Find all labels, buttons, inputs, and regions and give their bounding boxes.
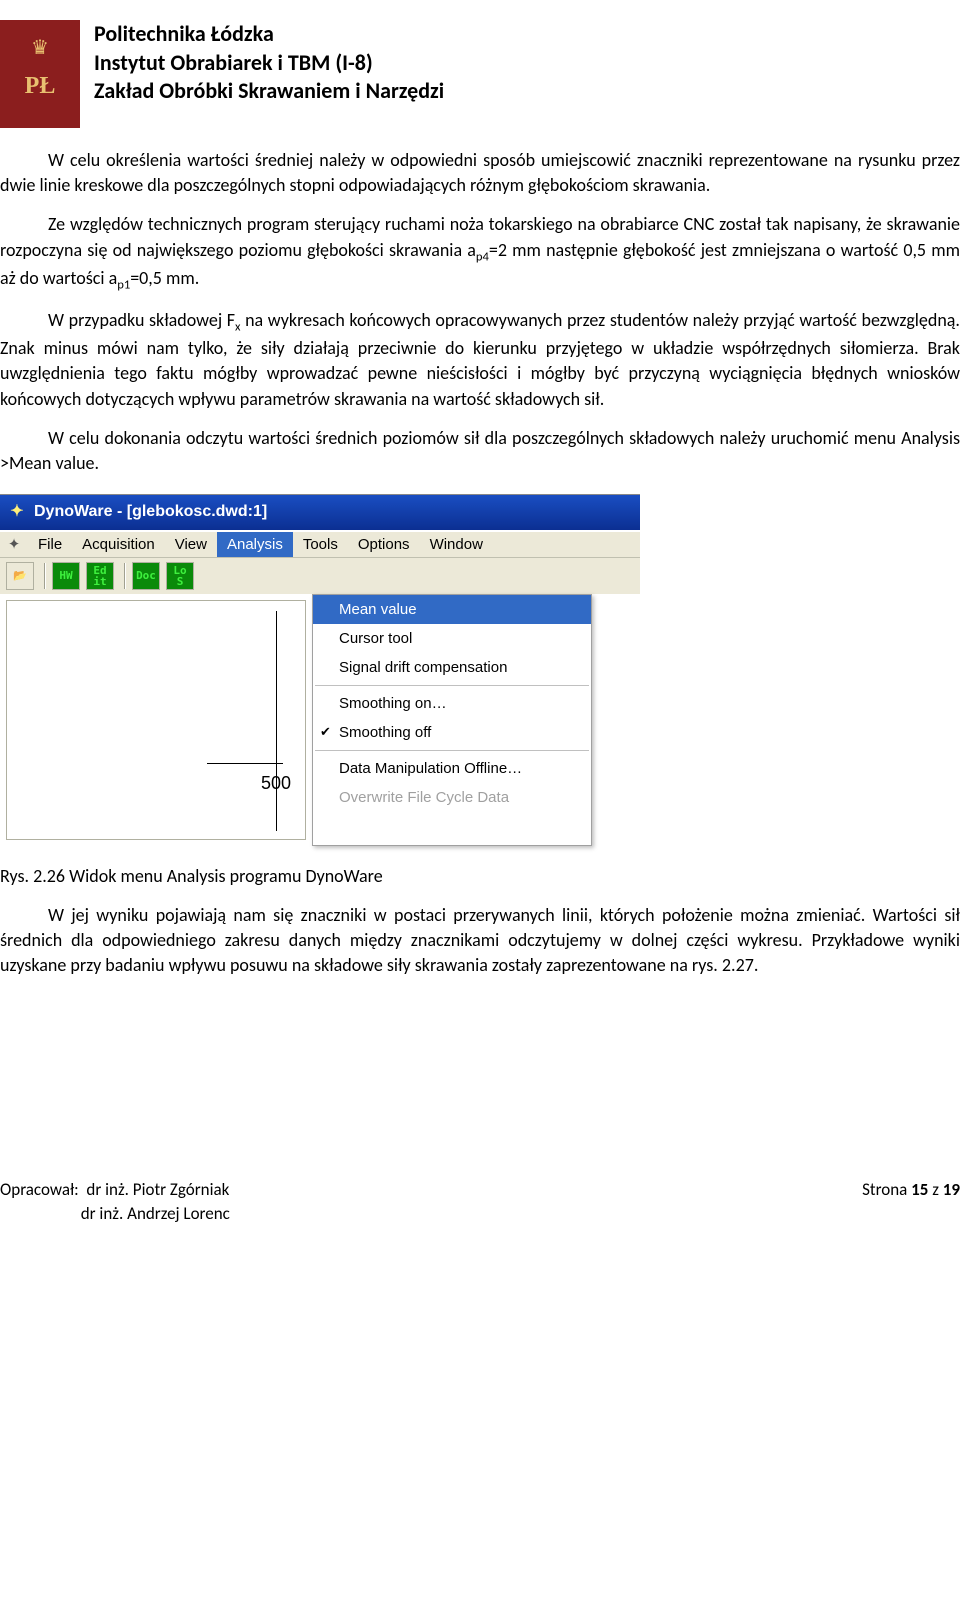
footer-author-2: dr inż. Andrzej Lorenc xyxy=(81,1203,230,1224)
dropdown-item-smoothing-off[interactable]: ✔ Smoothing off xyxy=(313,718,591,747)
window-title: DynoWare - [glebokosc.dwd:1] xyxy=(34,501,267,523)
footer-page-total: 19 xyxy=(943,1179,960,1200)
toolbar: 📂 HW Ed it Doc Lo S xyxy=(0,557,640,594)
menubar-item-file[interactable]: File xyxy=(28,532,72,557)
dropdown-item-label: Data Manipulation Offline… xyxy=(339,760,522,777)
chart-tick-line xyxy=(207,763,277,764)
toolbar-separator xyxy=(44,563,46,589)
menubar: ✦ FileAcquisitionViewAnalysisToolsOption… xyxy=(0,530,640,557)
footer-pagination: Strona 15 z 19 xyxy=(862,1178,960,1226)
header-line-3: Zakład Obróbki Skrawaniem i Narzędzi xyxy=(94,77,444,106)
toolbar-separator xyxy=(124,563,126,589)
menubar-item-view[interactable]: View xyxy=(165,532,217,557)
menubar-item-tools[interactable]: Tools xyxy=(293,532,348,557)
paragraph-2: Ze względów technicznych program sterują… xyxy=(0,212,960,294)
document-header: ♛ PŁ Politechnika Łódzka Instytut Obrabi… xyxy=(0,20,960,148)
window-titlebar: ✦ DynoWare - [glebokosc.dwd:1] xyxy=(0,495,640,529)
paragraph-5: W jej wyniku pojawiają nam się znaczniki… xyxy=(0,903,960,979)
institution-logo: ♛ PŁ xyxy=(0,20,80,128)
p3-part-a: W przypadku składowej F xyxy=(48,309,235,331)
dropdown-item-label: Overwrite File Cycle Data xyxy=(339,789,509,806)
dropdown-item-label: Cursor tool xyxy=(339,630,412,647)
footer-page-current: 15 xyxy=(911,1179,928,1200)
chart-panel: 500 xyxy=(6,600,306,840)
menubar-item-window[interactable]: Window xyxy=(420,532,493,557)
toolbar-hw-button[interactable]: HW xyxy=(52,562,80,590)
chart-tick-mark xyxy=(273,763,283,764)
menubar-item-analysis[interactable]: Analysis xyxy=(217,532,293,557)
p2-sub2: p1 xyxy=(117,277,130,292)
app-screenshot: ✦ DynoWare - [glebokosc.dwd:1] ✦ FileAcq… xyxy=(0,494,640,845)
p2-part-c: =0,5 mm. xyxy=(130,267,199,289)
dropdown-item-overwrite-file-cycle-data: Overwrite File Cycle Data xyxy=(313,783,591,812)
header-line-1: Politechnika Łódzka xyxy=(94,20,444,49)
document-mdi-icon: ✦ xyxy=(4,534,24,554)
menubar-item-acquisition[interactable]: Acquisition xyxy=(72,532,165,557)
logo-crown-icon: ♛ xyxy=(31,34,49,62)
paragraph-4: W celu dokonania odczytu wartości średni… xyxy=(0,426,960,476)
toolbar-doc-button[interactable]: Doc xyxy=(132,562,160,590)
menubar-item-options[interactable]: Options xyxy=(348,532,420,557)
dropdown-item-smoothing-on[interactable]: Smoothing on… xyxy=(313,689,591,718)
paragraph-3: W przypadku składowej Fx na wykresach ko… xyxy=(0,308,960,412)
p2-sub1: p4 xyxy=(476,249,489,264)
figure-caption: Rys. 2.26 Widok menu Analysis programu D… xyxy=(0,864,960,889)
footer-page-label: Strona xyxy=(862,1179,911,1200)
dropdown-item-data-manipulation-offline[interactable]: Data Manipulation Offline… xyxy=(313,754,591,783)
dropdown-item-label: Smoothing on… xyxy=(339,695,447,712)
dropdown-item-label: Smoothing off xyxy=(339,724,431,741)
footer-label: Opracował: xyxy=(0,1179,79,1200)
toolbar-los-button[interactable]: Lo S xyxy=(166,562,194,590)
check-icon: ✔ xyxy=(320,723,331,741)
chart-y-axis xyxy=(276,611,277,831)
dropdown-item-signal-drift-compensation[interactable]: Signal drift compensation xyxy=(313,653,591,682)
paragraph-1: W celu określenia wartości średniej nale… xyxy=(0,148,960,198)
document-body: W celu określenia wartości średniej nale… xyxy=(0,148,960,476)
dropdown-item-cursor-tool[interactable]: Cursor tool xyxy=(313,624,591,653)
dropdown-separator xyxy=(315,685,589,686)
chart-tick-label: 500 xyxy=(261,771,291,796)
toolbar-open-button[interactable]: 📂 xyxy=(6,562,34,590)
header-line-2: Instytut Obrabiarek i TBM (I-8) xyxy=(94,49,444,78)
dropdown-item-mean-value[interactable]: Mean value xyxy=(313,595,591,624)
page-footer: Opracował: dr inż. Piotr Zgórniak dr inż… xyxy=(0,1178,960,1226)
app-icon: ✦ xyxy=(8,503,26,521)
footer-authors: Opracował: dr inż. Piotr Zgórniak dr inż… xyxy=(0,1178,230,1226)
analysis-dropdown-menu: Mean value Cursor tool Signal drift compen… xyxy=(312,594,592,846)
dropdown-item-label: Mean value xyxy=(339,601,417,618)
header-text-block: Politechnika Łódzka Instytut Obrabiarek … xyxy=(94,20,444,106)
footer-author-1: dr inż. Piotr Zgórniak xyxy=(86,1179,229,1200)
toolbar-edit-button[interactable]: Ed it xyxy=(86,562,114,590)
dropdown-separator xyxy=(315,750,589,751)
logo-letters: PŁ xyxy=(15,70,65,104)
dropdown-item-label: Signal drift compensation xyxy=(339,659,507,676)
footer-page-of: z xyxy=(928,1179,942,1200)
